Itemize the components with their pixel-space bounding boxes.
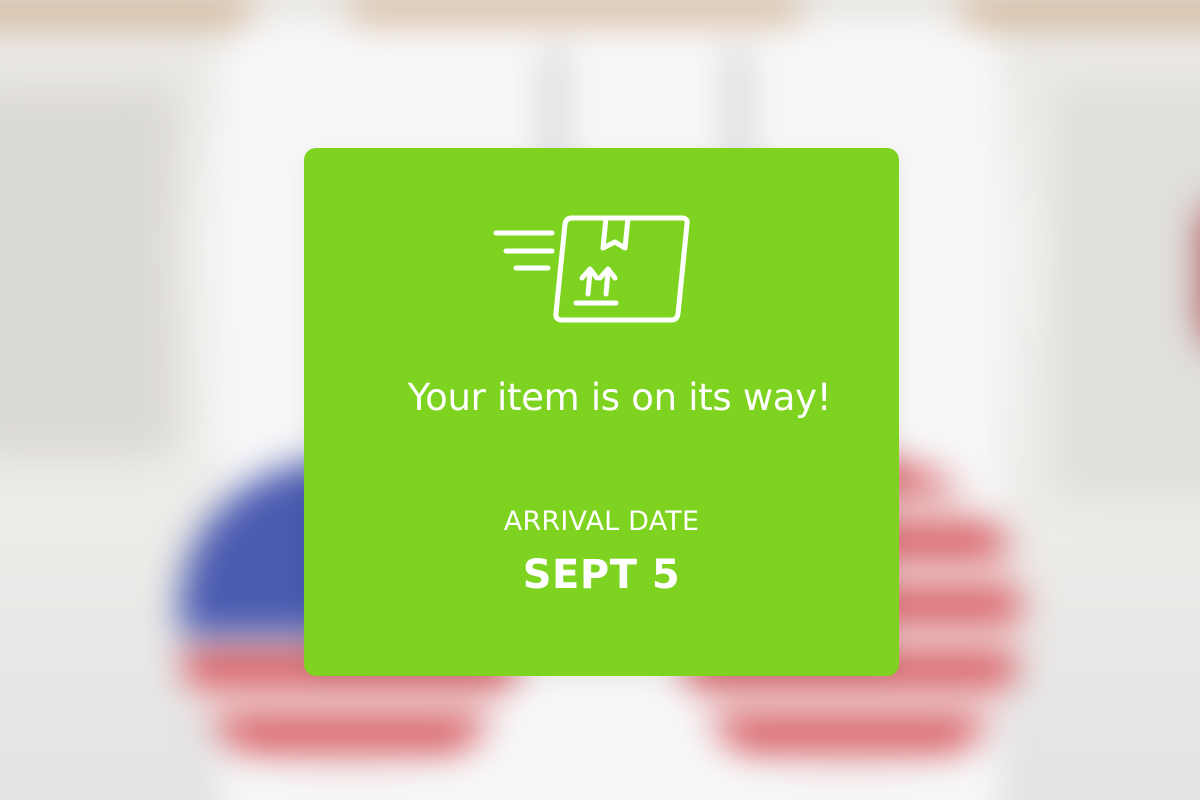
shipping-message: Your item is on its way! [407,376,832,419]
arrival-date-value: SEPT 5 [522,552,681,598]
package-shipping-icon [493,215,690,323]
background-rail-center [350,0,800,22]
background-shadow-right [1050,80,1200,500]
background-rail-right [960,0,1200,22]
background-shadow-left [0,80,180,460]
shipping-notification-card: Your item is on its way! ARRIVAL DATE SE… [304,148,899,676]
background-rail-left [0,0,250,22]
arrival-date-label: ARRIVAL DATE [503,506,700,537]
